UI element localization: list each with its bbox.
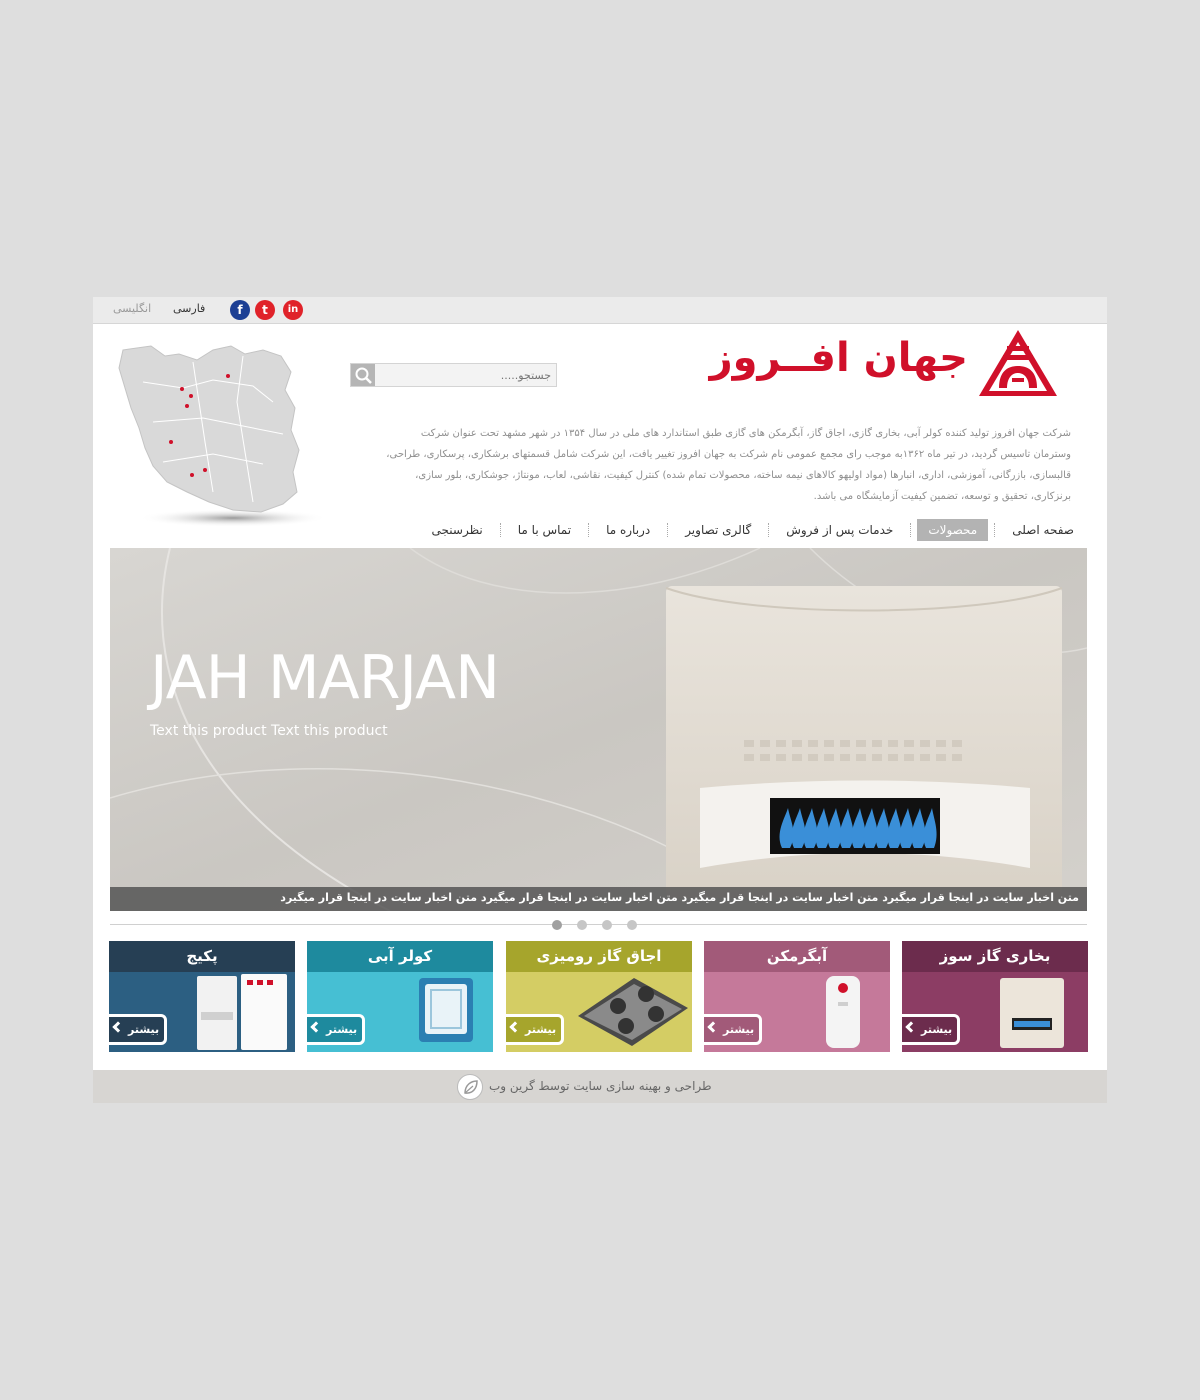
nav-item-contact[interactable]: تماس با ما: [507, 519, 582, 541]
slider-subtitle: Text this product Text this product: [150, 723, 388, 739]
category-card-gas-heater[interactable]: بخاری گاز سوز بیشتر: [902, 941, 1088, 1052]
more-button-label: بیشتر: [525, 1023, 557, 1036]
nav-separator: [588, 523, 590, 537]
nav-item-after-sales[interactable]: خدمات پس از فروش: [775, 519, 904, 541]
more-button[interactable]: بیشتر: [902, 1014, 960, 1045]
about-text: شرکت جهان افروز تولید کننده کولر آبی، بخ…: [386, 428, 1071, 502]
search-icon: [355, 367, 372, 384]
category-title: آبگرمکن: [704, 941, 890, 972]
lang-english-link[interactable]: انگلیسی: [113, 302, 151, 315]
slider-dot[interactable]: [552, 920, 562, 930]
more-button[interactable]: بیشتر: [704, 1014, 762, 1045]
iran-map-image: [118, 345, 328, 527]
main-nav: صفحه اصلی محصولات خدمات پس از فروش گالری…: [421, 519, 1085, 541]
more-button[interactable]: بیشتر: [307, 1014, 365, 1045]
footer-credit[interactable]: طراحی و بهینه سازی سایت توسط گرین وب: [489, 1079, 712, 1093]
site-container: انگلیسی فارسی f t in جهان افــروز جستجو.…: [93, 297, 1107, 1103]
nav-separator: [910, 523, 912, 537]
lang-farsi-link[interactable]: فارسی: [173, 302, 205, 315]
category-card-water-cooler[interactable]: کولر آبی بیشتر: [307, 941, 493, 1052]
slider-dots-divider: [110, 924, 1087, 925]
chevron-left-icon: [310, 1021, 322, 1033]
category-title: کولر آبی: [307, 941, 493, 972]
linkedin-icon[interactable]: in: [283, 300, 303, 320]
footer: طراحی و بهینه سازی سایت توسط گرین وب: [93, 1070, 1107, 1103]
more-button-label: بیشتر: [723, 1023, 755, 1036]
nav-separator: [768, 523, 770, 537]
category-card-water-heater[interactable]: آبگرمکن بیشتر: [704, 941, 890, 1052]
chevron-left-icon: [112, 1021, 124, 1033]
more-button-label: بیشتر: [326, 1023, 358, 1036]
nav-separator: [499, 523, 501, 537]
facebook-icon[interactable]: f: [230, 300, 250, 320]
nav-separator: [994, 523, 996, 537]
nav-item-gallery[interactable]: گالری تصاویر: [674, 519, 762, 541]
brand-logo-icon[interactable]: [977, 328, 1059, 398]
nav-item-home[interactable]: صفحه اصلی: [1001, 519, 1085, 541]
slider-dot[interactable]: [577, 920, 587, 930]
nav-item-about[interactable]: درباره ما: [595, 519, 661, 541]
nav-item-poll[interactable]: نظرسنجی: [421, 519, 494, 541]
search-button[interactable]: [351, 364, 375, 386]
nav-separator: [667, 523, 669, 537]
hero-slider[interactable]: JAH MARJAN Text this product Text this p…: [110, 548, 1087, 911]
news-ticker-text: متن اخبار سایت در اینجا قرار میگیرد متن …: [280, 891, 1079, 904]
nav-item-products[interactable]: محصولات: [917, 519, 989, 541]
search-input[interactable]: [377, 364, 555, 386]
more-button[interactable]: بیشتر: [506, 1014, 564, 1045]
news-ticker: متن اخبار سایت در اینجا قرار میگیرد متن …: [110, 887, 1087, 911]
search-box: [350, 363, 557, 387]
category-title: پکیج: [109, 941, 295, 972]
category-title: بخاری گاز سوز: [902, 941, 1088, 972]
slider-dot[interactable]: [602, 920, 612, 930]
chevron-left-icon: [707, 1021, 719, 1033]
more-button-label: بیشتر: [128, 1023, 160, 1036]
brand-name: جهان افــروز: [709, 335, 968, 381]
chevron-left-icon: [509, 1021, 521, 1033]
chevron-left-icon: [905, 1021, 917, 1033]
greenweb-logo-icon[interactable]: [457, 1074, 483, 1100]
category-card-gas-stove[interactable]: اجاق گاز رومیزی بیشتر: [506, 941, 692, 1052]
category-card-package[interactable]: پکیج بیشتر: [109, 941, 295, 1052]
more-button-label: بیشتر: [921, 1023, 953, 1036]
twitter-icon[interactable]: t: [255, 300, 275, 320]
top-bar: انگلیسی فارسی f t in: [93, 297, 1107, 324]
more-button[interactable]: بیشتر: [109, 1014, 167, 1045]
category-title: اجاق گاز رومیزی: [506, 941, 692, 972]
leaf-icon: [464, 1080, 478, 1094]
slider-dot[interactable]: [627, 920, 637, 930]
slider-title: JAH MARJAN: [150, 643, 500, 713]
